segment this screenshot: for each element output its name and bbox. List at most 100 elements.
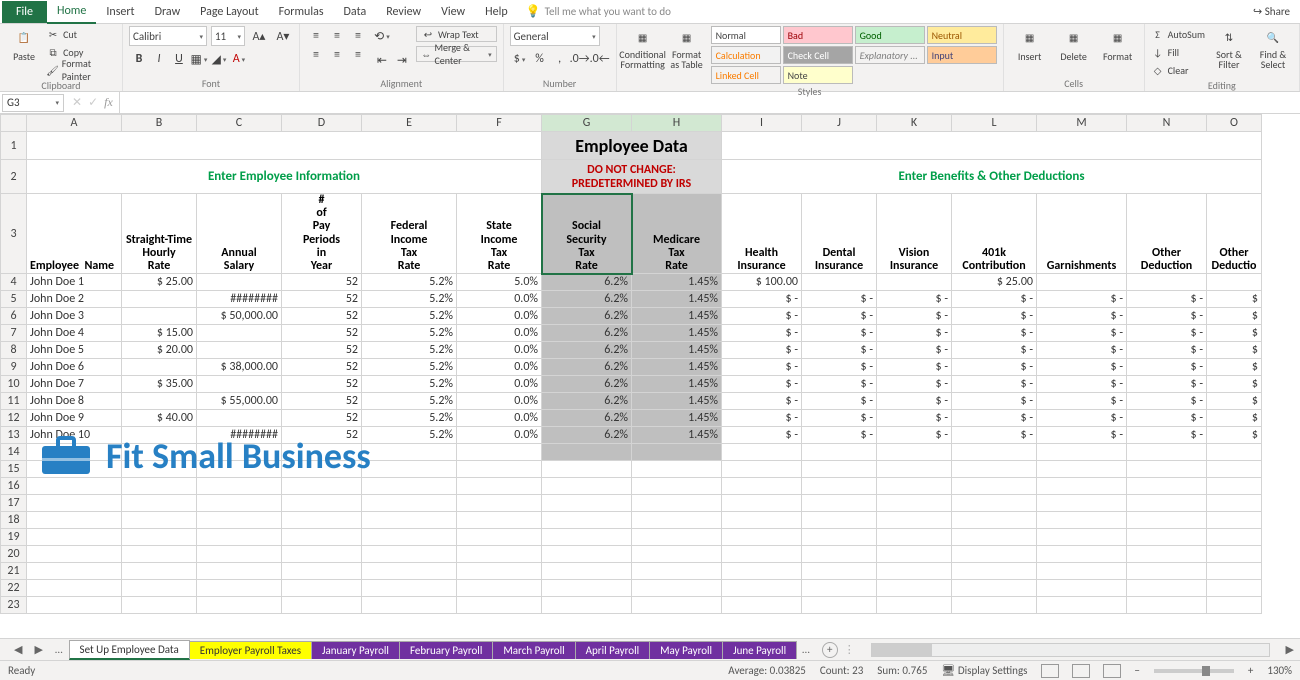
empty-cell[interactable]: [197, 478, 282, 495]
empty-cell[interactable]: [282, 495, 362, 512]
col-header-B[interactable]: B: [122, 115, 197, 132]
cell-other1[interactable]: $ -: [1127, 308, 1207, 325]
cell-vision[interactable]: $ -: [877, 376, 952, 393]
cell-rate[interactable]: [122, 393, 197, 410]
sheet-tab-apr[interactable]: April Payroll: [575, 641, 651, 659]
sheet-tabs-more-right[interactable]: …: [796, 643, 816, 656]
data-header-4[interactable]: FederalIncomeTaxRate: [362, 194, 457, 274]
display-settings-button[interactable]: 🖥 Display Settings: [941, 664, 1027, 677]
cell-garnish[interactable]: $ -: [1037, 308, 1127, 325]
style-calculation[interactable]: Calculation: [711, 46, 781, 64]
row-header-8[interactable]: 8: [1, 342, 27, 359]
empty-cell[interactable]: [542, 461, 632, 478]
cell-salary[interactable]: [197, 274, 282, 291]
col-header-L[interactable]: L: [952, 115, 1037, 132]
data-header-2[interactable]: AnnualSalary: [197, 194, 282, 274]
col-header-A[interactable]: A: [27, 115, 122, 132]
empty-cell[interactable]: [457, 444, 542, 461]
cell-garnish[interactable]: $ -: [1037, 427, 1127, 444]
cell-rate[interactable]: $ 35.00: [122, 376, 197, 393]
cell-garnish[interactable]: $ -: [1037, 325, 1127, 342]
empty-cell[interactable]: [1127, 546, 1207, 563]
cell-other1[interactable]: [1127, 274, 1207, 291]
cell-fed[interactable]: 5.2%: [362, 376, 457, 393]
empty-cell[interactable]: [457, 597, 542, 614]
empty-cell[interactable]: [1037, 580, 1127, 597]
empty-cell[interactable]: [122, 495, 197, 512]
cell-vision[interactable]: $ -: [877, 427, 952, 444]
cell-rate[interactable]: $ 15.00: [122, 325, 197, 342]
empty-cell[interactable]: [877, 580, 952, 597]
empty-cell[interactable]: [952, 512, 1037, 529]
find-select-button[interactable]: 🔍Find & Select: [1253, 26, 1293, 70]
row-header-21[interactable]: 21: [1, 563, 27, 580]
clear-button[interactable]: ◇Clear: [1151, 62, 1205, 78]
empty-cell[interactable]: [632, 478, 722, 495]
cell-state[interactable]: 5.0%: [457, 274, 542, 291]
empty-cell[interactable]: [362, 512, 457, 529]
col-header-N[interactable]: N: [1127, 115, 1207, 132]
empty-cell[interactable]: [952, 461, 1037, 478]
sheet-nav-next[interactable]: ▶: [28, 643, 48, 656]
wrap-text-button[interactable]: ↩Wrap Text: [416, 26, 497, 42]
empty-cell[interactable]: [197, 495, 282, 512]
row-header-19[interactable]: 19: [1, 529, 27, 546]
sheet-tabs-more-left[interactable]: …: [49, 643, 69, 656]
cell-dental[interactable]: $ -: [802, 325, 877, 342]
empty-cell[interactable]: [802, 478, 877, 495]
scroll-right-button[interactable]: ▶: [1280, 643, 1300, 656]
increase-decimal-button[interactable]: .0→: [570, 49, 590, 69]
style-linked-cell[interactable]: Linked Cell: [711, 66, 781, 84]
empty-cell[interactable]: [122, 580, 197, 597]
cell-health[interactable]: $ -: [722, 325, 802, 342]
empty-cell[interactable]: [1207, 580, 1262, 597]
cell-ss[interactable]: 6.2%: [542, 393, 632, 410]
cell-salary[interactable]: [197, 342, 282, 359]
style-check-cell[interactable]: Check Cell: [783, 46, 853, 64]
empty-cell[interactable]: [952, 478, 1037, 495]
empty-cell[interactable]: [802, 529, 877, 546]
empty-cell[interactable]: [1207, 563, 1262, 580]
empty-cell[interactable]: [722, 529, 802, 546]
empty-cell[interactable]: [362, 580, 457, 597]
row-header-17[interactable]: 17: [1, 495, 27, 512]
empty-cell[interactable]: [1037, 597, 1127, 614]
cell-other2[interactable]: [1207, 274, 1262, 291]
cell-garnish[interactable]: $ -: [1037, 393, 1127, 410]
col-header-M[interactable]: M: [1037, 115, 1127, 132]
add-sheet-button[interactable]: +: [822, 642, 838, 658]
data-header-13[interactable]: OtherDeduction: [1127, 194, 1207, 274]
empty-cell[interactable]: [722, 495, 802, 512]
sheet-tab-may[interactable]: May Payroll: [649, 641, 723, 659]
empty-cell[interactable]: [27, 444, 122, 461]
empty-cell[interactable]: [282, 461, 362, 478]
empty-cell[interactable]: [877, 563, 952, 580]
tell-me[interactable]: Tell me what you want to do: [545, 5, 671, 18]
row-header-16[interactable]: 16: [1, 478, 27, 495]
row-header-12[interactable]: 12: [1, 410, 27, 427]
sheet-tab-mar[interactable]: March Payroll: [492, 641, 575, 659]
cell-vision[interactable]: $ -: [877, 325, 952, 342]
empty-cell[interactable]: [877, 495, 952, 512]
cell-medicare[interactable]: 1.45%: [632, 359, 722, 376]
empty-cell[interactable]: [722, 580, 802, 597]
empty-cell[interactable]: [722, 597, 802, 614]
cell-health[interactable]: $ -: [722, 427, 802, 444]
empty-cell[interactable]: [122, 444, 197, 461]
sheet-nav-prev[interactable]: ◀: [8, 643, 28, 656]
cell-name[interactable]: John Doe 3: [27, 308, 122, 325]
cell-periods[interactable]: 52: [282, 325, 362, 342]
empty-cell[interactable]: [1207, 495, 1262, 512]
cell-salary[interactable]: $ 55,000.00: [197, 393, 282, 410]
cell-other1[interactable]: $ -: [1127, 393, 1207, 410]
empty-cell[interactable]: [1127, 563, 1207, 580]
zoom-out-button[interactable]: −: [1134, 664, 1139, 677]
empty-cell[interactable]: [1127, 495, 1207, 512]
font-size-combo[interactable]: 11: [211, 26, 245, 46]
empty-cell[interactable]: [1037, 461, 1127, 478]
empty-cell[interactable]: [362, 495, 457, 512]
cell-401k[interactable]: $ -: [952, 427, 1037, 444]
cell-vision[interactable]: $ -: [877, 359, 952, 376]
empty-cell[interactable]: [457, 580, 542, 597]
cell-ss[interactable]: 6.2%: [542, 291, 632, 308]
